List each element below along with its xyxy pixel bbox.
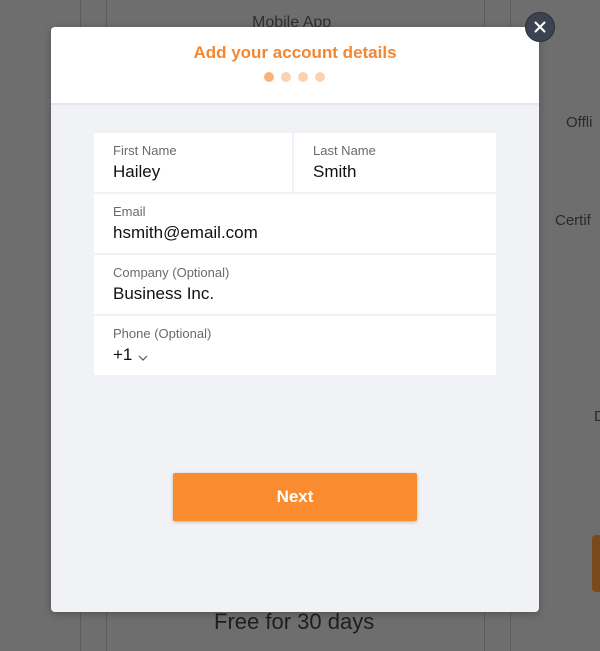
step-dot-4 — [315, 72, 325, 82]
step-dot-3 — [298, 72, 308, 82]
account-form: First Name Hailey Last Name Smith Email … — [94, 133, 496, 377]
step-dot-1 — [264, 72, 274, 82]
phone-field[interactable]: Phone (Optional) +1 — [94, 316, 496, 375]
country-code-select[interactable]: +1 — [113, 345, 148, 365]
close-icon — [534, 21, 546, 33]
background-trial-text: Free for 30 days — [214, 609, 375, 634]
company-field[interactable]: Company (Optional) Business Inc. — [94, 255, 496, 314]
phone-label: Phone (Optional) — [113, 326, 212, 341]
modal-header: Add your account details — [51, 27, 539, 105]
step-indicator — [264, 72, 325, 82]
name-row: First Name Hailey Last Name Smith — [94, 133, 496, 192]
country-code-value: +1 — [113, 345, 133, 364]
last-name-label: Last Name — [313, 143, 376, 158]
account-details-modal: Add your account details First Name Hail… — [51, 27, 539, 612]
first-name-value[interactable]: Hailey — [113, 162, 160, 182]
company-row: Company (Optional) Business Inc. — [94, 255, 496, 314]
last-name-value[interactable]: Smith — [313, 162, 356, 182]
first-name-field[interactable]: First Name Hailey — [94, 133, 292, 192]
email-row: Email hsmith@email.com — [94, 194, 496, 253]
background-label-3: D — [594, 408, 600, 425]
company-value[interactable]: Business Inc. — [113, 284, 214, 304]
background-label-1: Offli — [566, 114, 593, 131]
phone-row: Phone (Optional) +1 — [94, 316, 496, 375]
email-value[interactable]: hsmith@email.com — [113, 223, 258, 243]
background-button-edge — [592, 535, 600, 592]
last-name-field[interactable]: Last Name Smith — [294, 133, 496, 192]
chevron-down-icon — [138, 350, 148, 361]
background-label-2: Certif — [555, 212, 591, 229]
step-dot-2 — [281, 72, 291, 82]
email-field[interactable]: Email hsmith@email.com — [94, 194, 496, 253]
first-name-label: First Name — [113, 143, 177, 158]
email-label: Email — [113, 204, 146, 219]
modal-title: Add your account details — [193, 43, 397, 62]
next-button[interactable]: Next — [173, 473, 417, 521]
close-button[interactable] — [525, 12, 555, 42]
company-label: Company (Optional) — [113, 265, 230, 280]
